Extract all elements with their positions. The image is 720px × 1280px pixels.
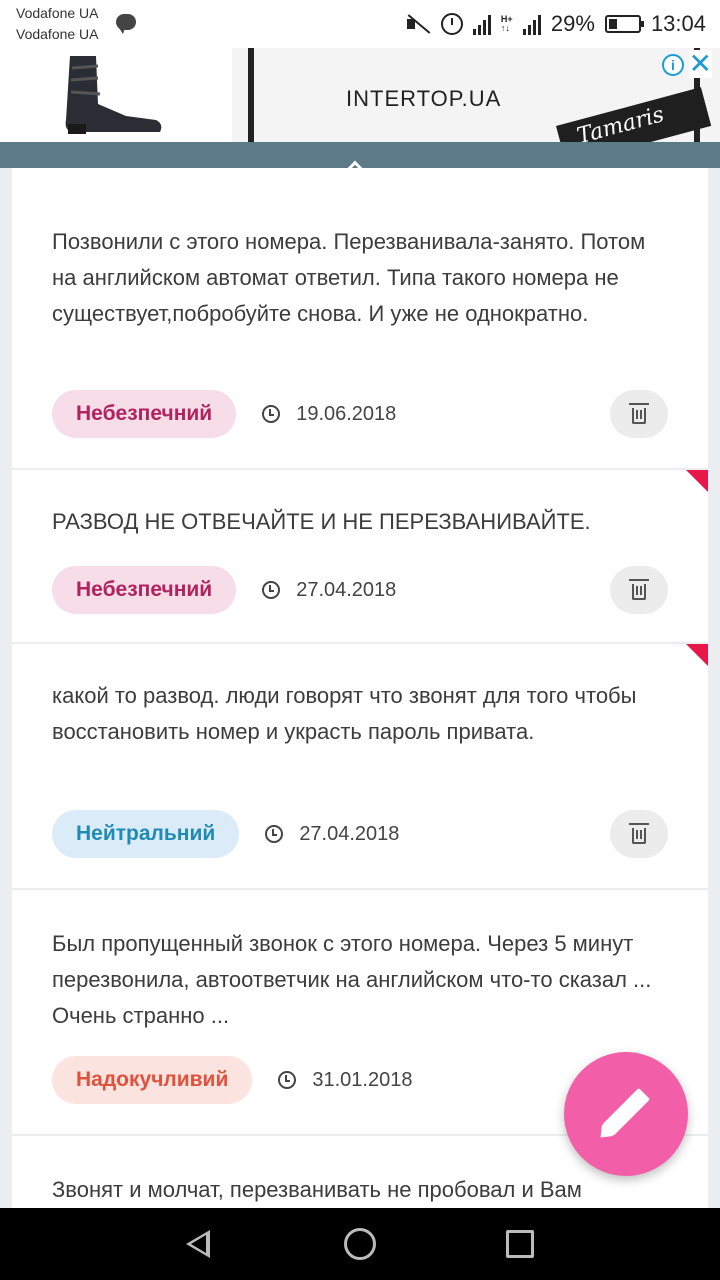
review-card: РАЗВОД НЕ ОТВЕЧАЙТЕ И НЕ ПЕРЕЗВАНИВАЙТЕ.… — [12, 470, 708, 642]
review-meta: Нейтральний 27.04.2018 — [52, 810, 668, 858]
signal-icon — [472, 13, 491, 35]
status-badge: Небезпечний — [52, 566, 237, 614]
flag-marker — [686, 470, 708, 492]
review-date: 27.04.2018 — [262, 579, 396, 602]
clock-icon — [278, 1071, 297, 1089]
info-icon[interactable]: i — [662, 54, 684, 76]
carrier-name-2: Vodafone UA — [16, 26, 99, 42]
message-icon — [116, 14, 136, 34]
review-card: Позвонили с этого номера. Перезванивала-… — [12, 168, 708, 468]
clock-icon — [265, 825, 284, 843]
home-icon[interactable] — [344, 1228, 376, 1260]
mute-icon — [405, 13, 431, 35]
pencil-icon — [601, 1087, 651, 1137]
review-meta: Небезпечний 27.04.2018 — [52, 566, 668, 614]
date-text: 31.01.2018 — [312, 1068, 413, 1091]
back-icon[interactable] — [186, 1230, 210, 1258]
navigation-bar — [0, 1208, 720, 1280]
carrier-name-1: Vodafone UA — [16, 5, 99, 21]
flag-marker — [686, 644, 708, 666]
status-badge: Небезпечний — [52, 390, 237, 438]
trash-icon — [629, 403, 649, 424]
review-date: 27.04.2018 — [265, 823, 399, 846]
review-text: Позвонили с этого номера. Перезванивала-… — [52, 229, 646, 326]
clock-icon — [262, 405, 281, 423]
date-text: 27.04.2018 — [296, 578, 397, 601]
review-date: 31.01.2018 — [278, 1069, 412, 1092]
ad-banner[interactable]: INTERTOP.UA Tamaris i ✕ — [0, 48, 720, 142]
review-meta: Небезпечний 19.06.2018 — [52, 390, 668, 438]
review-text: Был пропущенный звонок с этого номера. Ч… — [52, 931, 652, 1028]
trash-icon — [629, 823, 649, 844]
status-badge: Надокучливий — [52, 1056, 253, 1104]
status-icons: H+ ↑↓ 29% 13:04 — [405, 8, 706, 40]
delete-button[interactable] — [610, 810, 668, 858]
delete-button[interactable] — [610, 566, 668, 614]
alarm-icon — [440, 13, 463, 35]
review-text: РАЗВОД НЕ ОТВЕЧАЙТЕ И НЕ ПЕРЕЗВАНИВАЙТЕ. — [52, 509, 591, 534]
review-card: какой то развод. люди говорят что звонят… — [12, 644, 708, 888]
recent-apps-icon[interactable] — [506, 1230, 534, 1258]
boot-image — [65, 56, 162, 134]
trash-icon — [629, 579, 649, 600]
hplus-icon: H+ ↑↓ — [500, 14, 513, 33]
review-date: 19.06.2018 — [262, 403, 396, 426]
battery-icon — [604, 15, 644, 33]
status-badge: Нейтральний — [52, 810, 240, 858]
date-text: 19.06.2018 — [296, 402, 397, 425]
status-bar: Vodafone UA Vodafone UA H+ ↑↓ 29% 13:04 — [0, 0, 720, 48]
ad-close-button[interactable]: ✕ — [688, 50, 712, 78]
battery-percent: 29% — [550, 11, 595, 36]
delete-button[interactable] — [610, 390, 668, 438]
ad-brand-text: INTERTOP.UA — [346, 86, 502, 111]
signal-icon-2 — [522, 13, 541, 35]
date-text: 27.04.2018 — [299, 822, 400, 845]
write-review-button[interactable] — [564, 1052, 688, 1176]
clock-icon — [262, 581, 281, 599]
clock-time: 13:04 — [650, 11, 706, 36]
review-text: какой то развод. люди говорят что звонят… — [52, 683, 637, 744]
